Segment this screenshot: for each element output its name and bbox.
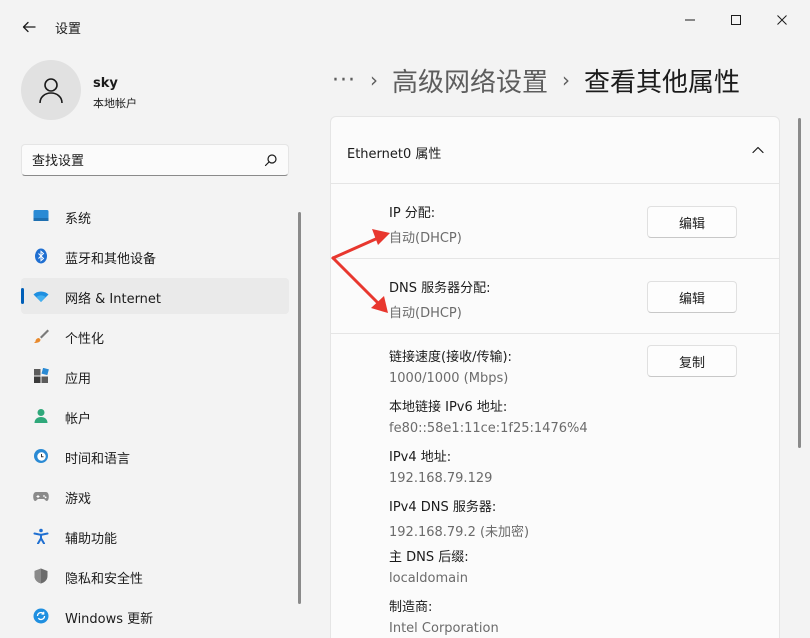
dns-assignment-row: DNS 服务器分配: 自动(DHCP) 编辑 [331, 259, 779, 334]
user-icon [39, 78, 63, 104]
details-section: 复制 链接速度(接收/传输): 1000/1000 (Mbps) 本地链接 IP… [331, 335, 779, 638]
ip-assignment-value: 自动(DHCP) [389, 231, 462, 246]
sidebar-item-label: 应用 [65, 372, 92, 387]
account-type: 本地帐户 [93, 97, 137, 110]
sidebar-item-apps[interactable]: 应用 [21, 358, 289, 394]
settings-window: 设置 sky 本地帐户 系统 [0, 0, 810, 638]
back-button[interactable] [14, 12, 44, 42]
detail-value: 192.168.79.2 (未加密) [389, 525, 530, 540]
bluetooth-icon [35, 248, 47, 264]
sidebar-item-label: 帐户 [65, 412, 92, 427]
apps-icon [34, 368, 49, 383]
minimize-icon [685, 19, 695, 21]
dns-assignment-value: 自动(DHCP) [389, 306, 462, 321]
ip-assignment-row: IP 分配: 自动(DHCP) 编辑 [331, 184, 779, 259]
ethernet-properties-panel: Ethernet0 属性 IP 分配: 自动(DHCP) 编辑 DNS 服务器分… [330, 116, 780, 638]
dns-assignment-label: DNS 服务器分配: [389, 281, 491, 296]
sidebar-item-accounts[interactable]: 帐户 [21, 398, 289, 434]
search-input[interactable] [32, 151, 252, 171]
accessibility-icon [33, 528, 49, 544]
sidebar-item-personalization[interactable]: 个性化 [21, 318, 289, 354]
detail-value: localdomain [389, 571, 468, 586]
sidebar-item-time-language[interactable]: 时间和语言 [21, 438, 289, 474]
chevron-up-icon[interactable] [751, 143, 765, 157]
sidebar-item-label: Windows 更新 [65, 612, 154, 627]
edit-dns-button[interactable]: 编辑 [647, 281, 737, 313]
user-name: sky [93, 76, 118, 91]
chevron-right-icon: › [369, 68, 378, 92]
chevron-right-icon: › [562, 68, 570, 92]
avatar[interactable] [21, 60, 81, 120]
shield-icon [34, 568, 48, 584]
clock-globe-icon [34, 449, 48, 463]
page-title: 查看其他属性 [584, 67, 741, 98]
active-indicator [21, 288, 24, 304]
detail-label: IPv4 DNS 服务器: [389, 500, 497, 515]
gamepad-icon [33, 492, 49, 501]
sidebar-item-label: 辅助功能 [65, 532, 118, 547]
sidebar-item-bluetooth[interactable]: 蓝牙和其他设备 [21, 238, 289, 274]
sidebar-item-system[interactable]: 系统 [21, 198, 289, 234]
back-arrow-icon [22, 21, 36, 33]
sidebar-item-network[interactable]: 网络 & Internet [21, 278, 289, 314]
edit-ip-button[interactable]: 编辑 [647, 206, 737, 238]
update-icon [33, 608, 49, 624]
detail-value: Intel Corporation [389, 621, 499, 636]
close-button[interactable] [762, 6, 802, 34]
panel-header[interactable]: Ethernet0 属性 [331, 117, 779, 184]
copy-button[interactable]: 复制 [647, 345, 737, 377]
maximize-button[interactable] [716, 6, 756, 34]
sidebar-item-windows-update[interactable]: Windows 更新 [21, 598, 289, 634]
sidebar-item-label: 蓝牙和其他设备 [65, 252, 157, 267]
close-icon [777, 15, 787, 25]
breadcrumb-parent-link[interactable]: 高级网络设置 [392, 62, 548, 99]
sidebar-item-label: 系统 [65, 212, 92, 227]
sidebar-item-label: 隐私和安全性 [65, 572, 144, 587]
detail-value: fe80::58e1:11ce:1f25:1476%4 [389, 421, 588, 436]
minimize-button[interactable] [670, 6, 710, 34]
app-title: 设置 [55, 22, 82, 37]
sidebar-nav: 系统 蓝牙和其他设备 网络 & Internet 个性化 应用 帐户 时间和语言… [21, 198, 289, 638]
detail-label: IPv4 地址: [389, 450, 452, 465]
sidebar-item-label: 个性化 [65, 332, 105, 347]
breadcrumb: ··· › 高级网络设置 › 查看其他属性 [332, 60, 740, 100]
monitor-icon [33, 210, 49, 221]
breadcrumb-overflow-button[interactable]: ··· [332, 68, 356, 93]
detail-label: 链接速度(接收/传输): [389, 350, 512, 365]
ip-assignment-label: IP 分配: [389, 206, 436, 221]
sidebar-item-privacy[interactable]: 隐私和安全性 [21, 558, 289, 594]
detail-label: 主 DNS 后缀: [389, 550, 469, 565]
detail-label: 本地链接 IPv6 地址: [389, 400, 508, 415]
search-icon[interactable] [264, 153, 278, 167]
detail-label: 制造商: [389, 600, 433, 615]
panel-title: Ethernet0 属性 [347, 147, 442, 162]
maximize-icon [731, 15, 741, 25]
title-bar: 设置 [0, 0, 810, 48]
sidebar-item-label: 游戏 [65, 492, 92, 507]
wifi-icon [33, 291, 49, 302]
person-icon [34, 409, 48, 423]
detail-value: 1000/1000 (Mbps) [389, 371, 509, 386]
sidebar-item-accessibility[interactable]: 辅助功能 [21, 518, 289, 554]
sidebar-item-label: 时间和语言 [65, 452, 131, 467]
search-box [21, 144, 289, 176]
sidebar-item-label: 网络 & Internet [65, 292, 162, 307]
sidebar-item-gaming[interactable]: 游戏 [21, 478, 289, 514]
sidebar-scrollbar[interactable] [298, 212, 301, 604]
detail-value: 192.168.79.129 [389, 471, 493, 486]
brush-icon [34, 329, 49, 343]
content-scrollbar[interactable] [798, 118, 801, 448]
